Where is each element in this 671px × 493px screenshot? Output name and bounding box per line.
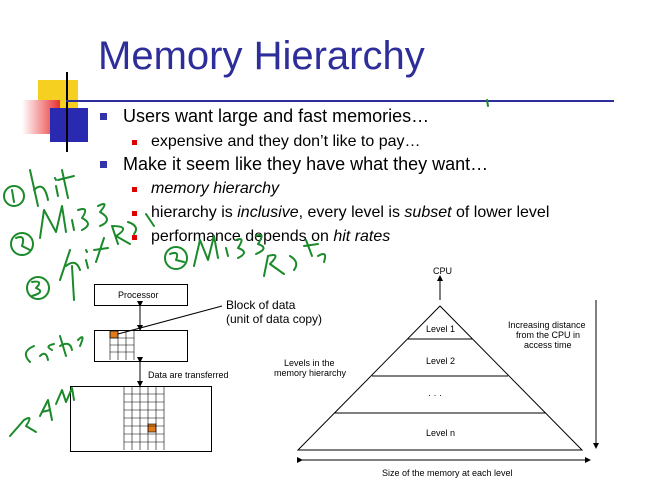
handwritten-annotations [3, 99, 489, 437]
diagram-vector-layer [3, 99, 599, 463]
memory-grid [123, 386, 165, 450]
pyramid [296, 275, 599, 463]
cache-grid [109, 330, 135, 360]
slide: Memory Hierarchy Users want large and fa… [0, 0, 671, 493]
left-arrows [117, 301, 223, 387]
